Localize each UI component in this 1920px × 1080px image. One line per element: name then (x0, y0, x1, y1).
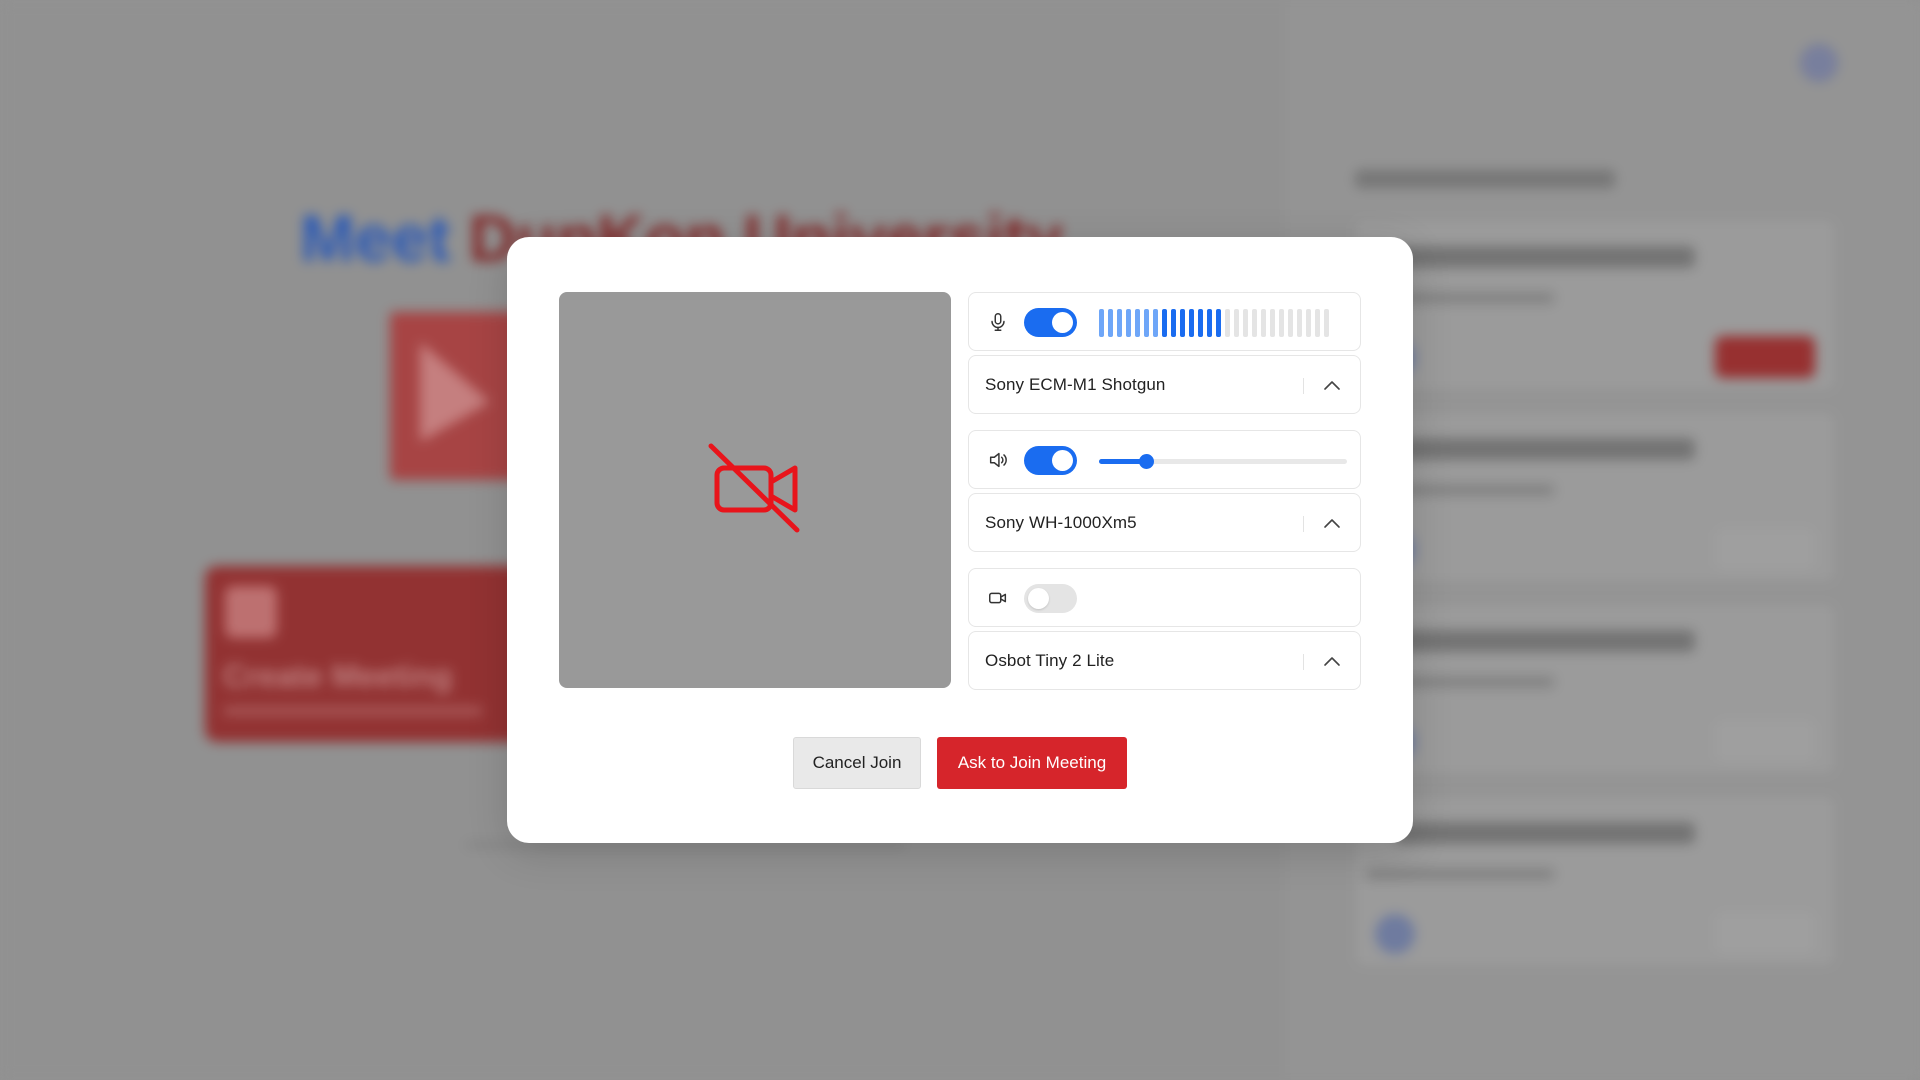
speaker-icon (987, 449, 1009, 471)
ask-to-join-button[interactable]: Ask to Join Meeting (937, 737, 1127, 789)
speaker-device-select[interactable]: Sony WH-1000Xm5 (968, 493, 1361, 552)
microphone-device-select[interactable]: Sony ECM-M1 Shotgun (968, 355, 1361, 414)
level-bar (1261, 309, 1266, 337)
microphone-level-meter (1099, 309, 1329, 337)
level-bar (1207, 309, 1212, 337)
camera-device-name: Osbot Tiny 2 Lite (985, 650, 1115, 670)
level-bar (1225, 309, 1230, 337)
select-divider (1303, 378, 1304, 394)
level-bar (1135, 309, 1140, 337)
level-bar (1189, 309, 1194, 337)
video-off-icon (707, 440, 803, 541)
join-meeting-dialog: Sony ECM-M1 Shotgun Sony WH-1000Xm5 Osbo… (507, 237, 1413, 843)
level-bar (1297, 309, 1302, 337)
level-bar (1198, 309, 1203, 337)
chevron-up-icon[interactable] (1322, 376, 1342, 396)
speaker-device-name: Sony WH-1000Xm5 (985, 512, 1137, 532)
microphone-toggle[interactable] (1024, 308, 1077, 337)
camera-device-select[interactable]: Osbot Tiny 2 Lite (968, 631, 1361, 690)
speaker-control (968, 430, 1361, 489)
camera-toggle[interactable] (1024, 584, 1077, 613)
chevron-up-icon[interactable] (1322, 514, 1342, 534)
camera-icon (987, 587, 1009, 609)
volume-thumb[interactable] (1139, 454, 1155, 469)
level-bar (1108, 309, 1113, 337)
level-bar (1315, 309, 1320, 337)
level-bar (1270, 309, 1275, 337)
level-bar (1324, 309, 1329, 337)
microphone-icon (987, 311, 1009, 333)
level-bar (1306, 309, 1311, 337)
camera-preview (559, 292, 951, 688)
camera-control (968, 568, 1361, 627)
level-bar (1144, 309, 1149, 337)
level-bar (1171, 309, 1176, 337)
level-bar (1126, 309, 1131, 337)
chevron-up-icon[interactable] (1322, 652, 1342, 672)
level-bar (1288, 309, 1293, 337)
level-bar (1162, 309, 1167, 337)
microphone-device-name: Sony ECM-M1 Shotgun (985, 374, 1166, 394)
speaker-toggle[interactable] (1024, 446, 1077, 475)
select-divider (1303, 516, 1304, 532)
level-bar (1243, 309, 1248, 337)
select-divider (1303, 654, 1304, 670)
level-bar (1252, 309, 1257, 337)
level-bar (1279, 309, 1284, 337)
microphone-control (968, 292, 1361, 351)
device-controls: Sony ECM-M1 Shotgun Sony WH-1000Xm5 Osbo… (968, 292, 1361, 690)
level-bar (1216, 309, 1221, 337)
level-bar (1234, 309, 1239, 337)
speaker-volume-slider[interactable] (1099, 454, 1347, 469)
level-bar (1180, 309, 1185, 337)
level-bar (1099, 309, 1104, 337)
level-bar (1117, 309, 1122, 337)
level-bar (1153, 309, 1158, 337)
cancel-join-button[interactable]: Cancel Join (793, 737, 921, 789)
